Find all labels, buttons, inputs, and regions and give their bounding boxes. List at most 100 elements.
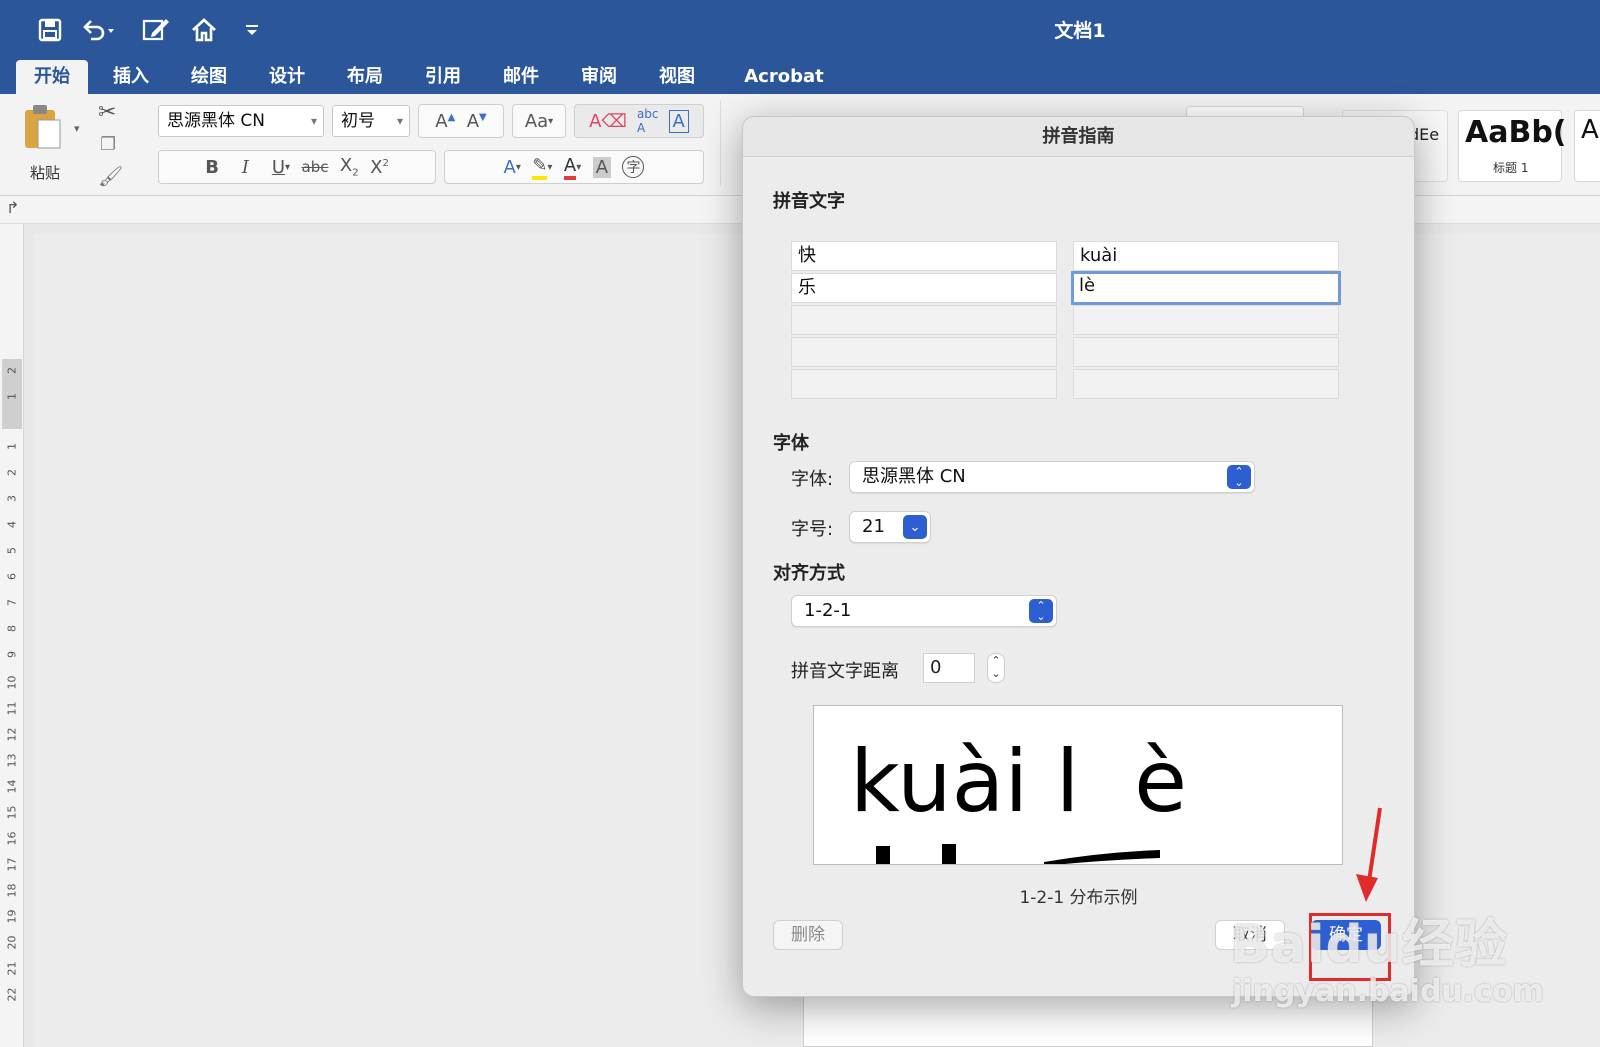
tab-review[interactable]: 审阅	[564, 60, 634, 94]
ruler-number: 16	[5, 831, 19, 846]
font-label: 字体:	[791, 469, 834, 490]
font-color-icon[interactable]: A	[563, 155, 577, 180]
grow-font-icon[interactable]: A▲	[435, 111, 455, 132]
vertical-ruler: 2 1 1 2 3 4 5 6 7 8 9 10 11 12 13 14 15 …	[0, 224, 24, 1047]
font-name-value: 思源黑体 CN	[167, 111, 265, 131]
ruby-text-cell[interactable]: kuài	[1073, 241, 1339, 271]
offset-label: 拼音文字距离	[791, 661, 899, 682]
up-down-chevron-icon: ⌃ ⌄	[1227, 465, 1251, 489]
base-text-cell[interactable]	[791, 337, 1057, 367]
style-next[interactable]: A	[1574, 110, 1600, 182]
base-text-cell[interactable]: 乐	[791, 273, 1057, 303]
ruler-number: 8	[5, 625, 19, 632]
base-text-cell[interactable]: 快	[791, 241, 1057, 271]
font-select-value: 思源黑体 CN	[862, 466, 966, 487]
shrink-font-icon[interactable]: A▼	[467, 111, 487, 132]
preview-box: kuài l è	[813, 705, 1343, 865]
char-shading-icon[interactable]: A	[592, 156, 612, 178]
preview-base-stroke	[876, 846, 890, 864]
ruler-number: 7	[5, 599, 19, 606]
ruby-text-cell[interactable]	[1073, 369, 1339, 399]
tab-mailings[interactable]: 邮件	[486, 60, 556, 94]
font-size-field[interactable]: 初号 ▾	[332, 105, 410, 137]
font-name-field[interactable]: 思源黑体 CN ▾	[158, 105, 324, 137]
change-case-icon[interactable]: Aa ▾	[512, 104, 566, 138]
superscript-icon[interactable]: X2	[370, 157, 389, 178]
preview-ruby-text: kuài l è	[850, 732, 1188, 832]
copy-icon[interactable]: ❐	[100, 134, 116, 155]
offset-input[interactable]: 0	[923, 653, 975, 683]
highlight-icon[interactable]: ✎	[532, 155, 548, 180]
tab-home[interactable]: 开始	[16, 60, 88, 94]
chevron-down-icon: ▾	[310, 114, 317, 128]
section-base-text: 拼音文字	[773, 191, 845, 212]
clear-format-icon[interactable]: A⌫	[589, 111, 627, 132]
size-label: 字号:	[791, 519, 834, 540]
paste-dropdown-icon[interactable]: ▾	[74, 122, 80, 135]
tab-acrobat[interactable]: Acrobat	[732, 60, 836, 94]
paste-button[interactable]: ▾ 粘贴	[20, 102, 90, 188]
dialog-title: 拼音指南	[743, 117, 1414, 157]
tab-stop-icon[interactable]: ↱	[6, 198, 19, 217]
ruler-number: 22	[5, 987, 19, 1002]
edit-doc-icon[interactable]	[138, 14, 174, 46]
offset-stepper[interactable]: ⌃ ⌄	[987, 653, 1005, 683]
size-select[interactable]: 21 ⌄	[849, 511, 931, 543]
format-painter-icon[interactable]: 🖌	[98, 164, 123, 188]
style-heading-1[interactable]: AaBb( 标题 1	[1458, 110, 1567, 182]
ruler-number: 9	[5, 651, 19, 658]
ruby-text-cell[interactable]	[1073, 337, 1339, 367]
strikethrough-icon[interactable]: abc	[302, 158, 329, 176]
section-font: 字体	[773, 433, 809, 454]
watermark-brand: Baidu经验	[1230, 915, 1508, 975]
text-effects-icon[interactable]: A	[504, 157, 516, 178]
font-style-group: B I U ▾ abc X2 X2	[158, 150, 436, 184]
title-bar: 文档1	[0, 0, 1600, 60]
ruler-number: 15	[5, 805, 19, 820]
ruby-text-cell[interactable]: lè	[1071, 271, 1341, 305]
ruler-number: 4	[5, 521, 19, 528]
tab-draw[interactable]: 绘图	[174, 60, 244, 94]
ruler-number: 21	[5, 961, 19, 976]
tab-references[interactable]: 引用	[408, 60, 478, 94]
ruler-number: 20	[5, 935, 19, 950]
style-heading-label: 标题 1	[1493, 161, 1529, 175]
delete-button[interactable]: 删除	[773, 920, 843, 950]
underline-icon[interactable]: U	[272, 157, 285, 178]
char-border-icon[interactable]: A	[668, 109, 689, 133]
subscript-icon[interactable]: X2	[340, 155, 359, 179]
ruler-number: 19	[5, 909, 19, 924]
ruler-number: 10	[5, 675, 19, 690]
chevron-down-icon: ▾	[396, 114, 403, 128]
alignment-select[interactable]: 1-2-1 ⌃ ⌄	[791, 595, 1057, 627]
cut-icon[interactable]: ✂	[98, 100, 116, 125]
save-icon[interactable]	[32, 14, 68, 46]
font-size-value: 初号	[341, 111, 375, 131]
ruler-number: 14	[5, 779, 19, 794]
ribbon-tabs: 开始 插入 绘图 设计 布局 引用 邮件 审阅 视图 Acrobat	[0, 56, 1600, 94]
red-arrow-icon	[1356, 807, 1382, 902]
italic-icon[interactable]: I	[242, 157, 249, 178]
base-text-cell[interactable]	[791, 305, 1057, 335]
style-next-sample: A	[1581, 115, 1599, 145]
up-down-chevron-icon: ⌃ ⌄	[1029, 599, 1053, 623]
tab-design[interactable]: 设计	[252, 60, 322, 94]
tab-layout[interactable]: 布局	[330, 60, 400, 94]
home-icon[interactable]	[186, 14, 222, 46]
ruler-number: 18	[5, 883, 19, 898]
customize-icon[interactable]	[234, 14, 270, 46]
phonetic-guide-icon[interactable]: abc A	[637, 107, 659, 135]
font-color-group: A ▾ ✎ ▾ A ▾ A 字	[444, 150, 704, 184]
bold-icon[interactable]: B	[205, 157, 219, 178]
enclose-char-icon[interactable]: 字	[622, 156, 645, 178]
tab-view[interactable]: 视图	[642, 60, 712, 94]
ruler-number: 5	[5, 547, 19, 554]
base-text-cell[interactable]	[791, 369, 1057, 399]
font-select[interactable]: 思源黑体 CN ⌃ ⌄	[849, 461, 1255, 493]
watermark-url: jingyan.baidu.com	[1232, 974, 1544, 1009]
ruby-text-cell[interactable]	[1073, 305, 1339, 335]
ruler-number: 2	[5, 367, 19, 374]
tab-insert[interactable]: 插入	[96, 60, 166, 94]
undo-icon[interactable]	[80, 14, 116, 46]
ruler-number: 17	[5, 857, 19, 872]
